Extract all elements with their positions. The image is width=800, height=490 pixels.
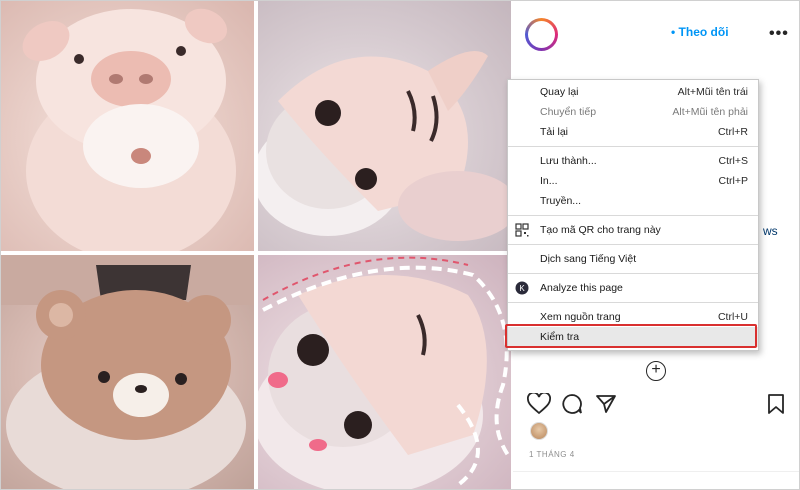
inspect-highlight-box xyxy=(505,324,757,348)
cat-bear-illustration xyxy=(1,255,254,489)
context-menu: Quay lại Alt+Mũi tên trái Chuyển tiếp Al… xyxy=(507,79,759,351)
cat-pikachu-illustration xyxy=(258,51,511,241)
post-date: 1 THÁNG 4 xyxy=(529,450,575,459)
cat-outlined-illustration xyxy=(258,256,510,489)
menu-shortcut: Ctrl+U xyxy=(717,311,748,323)
menu-separator xyxy=(508,215,758,216)
plus-circle-icon[interactable]: + xyxy=(646,361,666,381)
photo-cat-pikachu-hat[interactable] xyxy=(258,1,511,251)
menu-item-analyze[interactable]: K Analyze this page xyxy=(508,278,758,298)
qr-code-icon xyxy=(515,223,529,237)
menu-shortcut: Ctrl+P xyxy=(718,175,748,187)
photo-cat-pig-costume[interactable] xyxy=(1,1,254,251)
menu-item-save-as[interactable]: Lưu thành... Ctrl+S xyxy=(508,151,758,171)
menu-item-print[interactable]: In... Ctrl+P xyxy=(508,171,758,191)
menu-separator xyxy=(508,244,758,245)
screenshot-page: • Theo dõi ••• ws + 1 THÁNG 4 Quay lại A… xyxy=(0,0,800,490)
menu-separator xyxy=(508,146,758,147)
more-options-icon[interactable]: ••• xyxy=(769,25,789,43)
cat-pig-illustration xyxy=(22,8,236,251)
menu-item-back[interactable]: Quay lại Alt+Mũi tên trái xyxy=(508,82,758,102)
menu-item-reload[interactable]: Tải lại Ctrl+R xyxy=(508,122,758,142)
menu-item-qr-code[interactable]: Tạo mã QR cho trang này xyxy=(508,220,758,240)
menu-label: Dịch sang Tiếng Việt xyxy=(540,253,637,265)
menu-separator xyxy=(508,302,758,303)
menu-label: Xem nguồn trang xyxy=(540,311,621,323)
bookmark-icon[interactable] xyxy=(767,393,785,415)
menu-shortcut: Alt+Mũi tên trái xyxy=(677,86,748,98)
menu-label: Chuyển tiếp xyxy=(540,106,597,118)
menu-shortcut: Ctrl+S xyxy=(718,155,748,167)
follow-button[interactable]: • Theo dõi xyxy=(671,25,729,39)
comment-icon[interactable] xyxy=(561,393,583,415)
menu-label: Tạo mã QR cho trang này xyxy=(540,224,661,236)
menu-label: In... xyxy=(540,175,558,187)
menu-label: Truyền... xyxy=(540,195,582,207)
menu-item-translate[interactable]: Dịch sang Tiếng Việt xyxy=(508,249,758,269)
liker-avatar[interactable] xyxy=(530,422,548,440)
partial-text: ws xyxy=(763,224,778,238)
photo-cat-bear-hat[interactable] xyxy=(1,255,254,489)
menu-label: Tải lại xyxy=(540,126,569,138)
menu-item-cast[interactable]: Truyền... xyxy=(508,191,758,211)
photo-cat-pikachu-outlined[interactable] xyxy=(258,255,511,489)
menu-separator xyxy=(508,273,758,274)
menu-shortcut: Ctrl+R xyxy=(717,126,748,138)
menu-label: Analyze this page xyxy=(540,282,623,294)
panel-divider xyxy=(513,471,799,472)
svg-text:K: K xyxy=(519,284,525,293)
send-icon[interactable] xyxy=(595,393,617,415)
menu-label: Quay lại xyxy=(540,86,579,98)
menu-shortcut: Alt+Mũi tên phải xyxy=(672,106,748,118)
extension-k-icon: K xyxy=(515,281,529,295)
menu-item-forward[interactable]: Chuyển tiếp Alt+Mũi tên phải xyxy=(508,102,758,122)
profile-avatar[interactable] xyxy=(525,18,558,51)
menu-label: Lưu thành... xyxy=(540,155,597,167)
heart-icon[interactable] xyxy=(527,393,551,415)
